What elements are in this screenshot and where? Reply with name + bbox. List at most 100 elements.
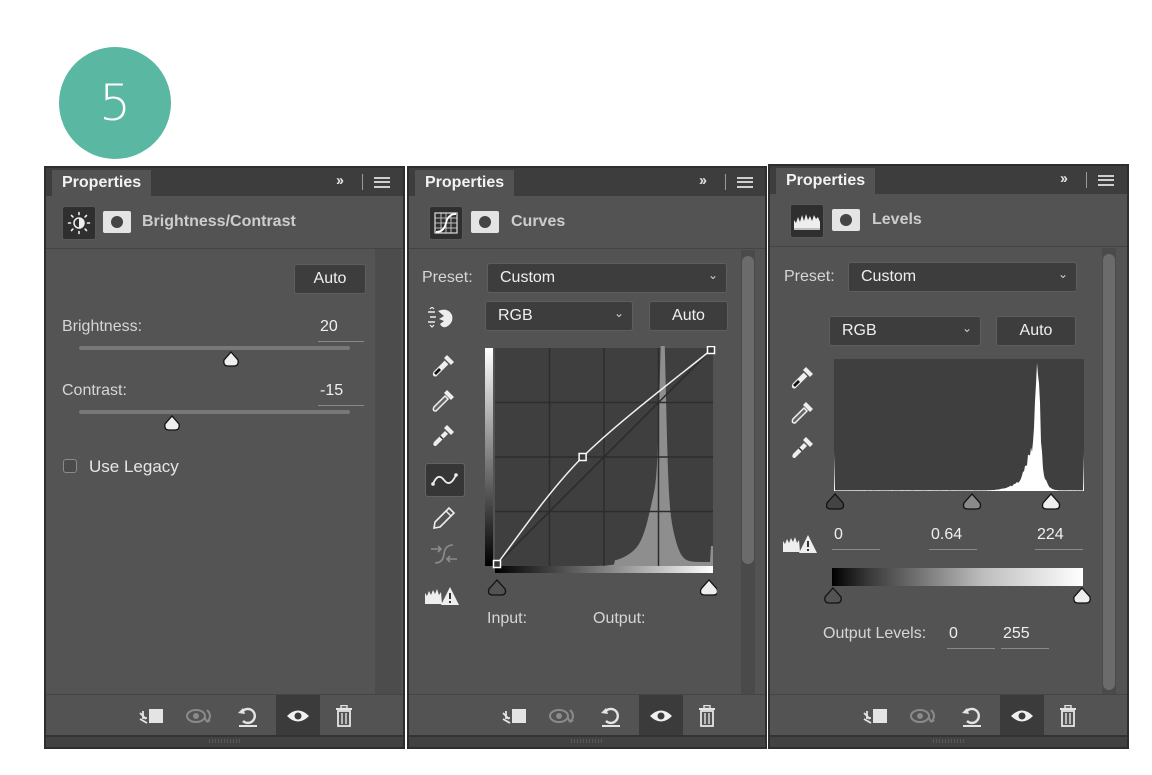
- step-number-badge: 5: [59, 47, 171, 159]
- toggle-visibility-button[interactable]: [1000, 695, 1044, 737]
- white-point-eyedropper[interactable]: [425, 420, 461, 452]
- tab-properties[interactable]: Properties: [52, 170, 152, 196]
- panel-scrollbar[interactable]: [1102, 248, 1116, 695]
- preset-select[interactable]: Custom ⌄: [848, 262, 1077, 292]
- input-black-slider[interactable]: [826, 493, 845, 510]
- input-gamma-slider[interactable]: [962, 493, 982, 510]
- clip-to-layer-button[interactable]: [130, 695, 174, 737]
- channel-select[interactable]: RGB ⌄: [829, 316, 981, 346]
- scrollbar-thumb[interactable]: [742, 256, 754, 564]
- auto-button[interactable]: Auto: [294, 264, 366, 294]
- layer-mask-icon[interactable]: [103, 211, 131, 233]
- collapse-panel-icon[interactable]: ››: [699, 172, 707, 189]
- trash-icon: [699, 705, 715, 727]
- output-white-field[interactable]: 255: [1001, 625, 1049, 649]
- pencil-tool[interactable]: [426, 502, 462, 534]
- panel-tabbar: Properties ››: [46, 168, 403, 196]
- panel-right-gutter: [375, 249, 401, 695]
- brightness-value-field[interactable]: 20: [318, 318, 364, 342]
- eyedropper-gray-icon: [432, 390, 454, 412]
- delete-button[interactable]: [685, 695, 729, 737]
- clipping-warning-toggle[interactable]: [424, 580, 460, 612]
- edit-points-tool[interactable]: [425, 463, 465, 497]
- levels-histogram[interactable]: [826, 358, 1090, 518]
- layer-mask-icon[interactable]: [471, 211, 499, 233]
- black-point-eyedropper[interactable]: [784, 362, 820, 394]
- panel-scrollbar[interactable]: [741, 250, 755, 695]
- panel-menu-icon[interactable]: [737, 177, 753, 188]
- input-white-slider[interactable]: [1041, 493, 1061, 510]
- auto-button[interactable]: Auto: [996, 316, 1076, 346]
- reset-button[interactable]: [950, 695, 994, 737]
- output-white-slider[interactable]: [1072, 587, 1092, 605]
- toggle-visibility-button[interactable]: [276, 695, 320, 737]
- black-point-eyedropper[interactable]: [425, 350, 461, 382]
- curve-control-point[interactable]: [578, 452, 587, 462]
- levels-icon[interactable]: [790, 204, 824, 238]
- reset-button[interactable]: [226, 695, 270, 737]
- trash-icon: [336, 705, 352, 727]
- adjustment-header: Curves: [409, 196, 765, 249]
- input-gamma-field[interactable]: 0.64: [929, 526, 977, 550]
- preset-select[interactable]: Custom ⌄: [487, 263, 727, 293]
- eyedropper-white-icon: [792, 437, 813, 458]
- tab-properties[interactable]: Properties: [415, 170, 515, 196]
- collapse-panel-icon[interactable]: ››: [1060, 170, 1068, 187]
- gray-point-eyedropper[interactable]: [784, 397, 820, 429]
- chevron-down-icon: ⌄: [1057, 267, 1068, 281]
- contrast-value-field[interactable]: -15: [318, 382, 364, 406]
- toggle-visibility-button[interactable]: [639, 695, 683, 737]
- auto-button[interactable]: Auto: [649, 301, 728, 331]
- smooth-curve-tool[interactable]: [426, 538, 462, 570]
- clip-to-layer-icon: [139, 709, 163, 724]
- delete-button[interactable]: [1046, 695, 1090, 737]
- gray-point-eyedropper[interactable]: [425, 385, 461, 417]
- brightness-slider-thumb[interactable]: [222, 351, 240, 367]
- reset-button[interactable]: [589, 695, 633, 737]
- clipping-warning-toggle[interactable]: [782, 528, 818, 560]
- chevron-down-icon: ⌄: [961, 321, 972, 335]
- targeted-adjustment-tool[interactable]: [423, 302, 459, 334]
- input-black-slider[interactable]: [487, 579, 507, 596]
- view-previous-state-button[interactable]: [902, 695, 946, 737]
- curve-control-point[interactable]: [492, 559, 502, 569]
- panel-resize-grip[interactable]: [409, 735, 765, 747]
- chevron-down-icon: ⌄: [707, 268, 718, 282]
- input-white-slider[interactable]: [699, 579, 718, 596]
- scrollbar-thumb[interactable]: [1103, 254, 1115, 690]
- eye-previous-icon: [549, 709, 574, 723]
- eye-icon: [1011, 710, 1033, 722]
- adjustment-title: Brightness/Contrast: [142, 213, 296, 230]
- panel-menu-icon[interactable]: [1098, 175, 1114, 186]
- view-previous-state-button[interactable]: [178, 695, 222, 737]
- brightness-label: Brightness:: [62, 318, 143, 335]
- panel-resize-grip[interactable]: [770, 735, 1127, 747]
- brightness-slider-track[interactable]: [79, 346, 350, 350]
- panel-menu-icon[interactable]: [374, 177, 390, 188]
- curves-icon[interactable]: [429, 206, 463, 240]
- channel-select[interactable]: RGB ⌄: [485, 301, 633, 331]
- contrast-slider-track[interactable]: [79, 410, 350, 414]
- eye-icon: [287, 710, 309, 722]
- contrast-slider-thumb[interactable]: [163, 415, 181, 431]
- tab-properties[interactable]: Properties: [776, 168, 876, 194]
- clip-to-layer-button[interactable]: [493, 695, 537, 737]
- input-white-field[interactable]: 224: [1035, 526, 1083, 550]
- input-black-field[interactable]: 0: [832, 526, 880, 550]
- clip-to-layer-button[interactable]: [854, 695, 898, 737]
- output-black-field[interactable]: 0: [947, 625, 995, 649]
- brightness-contrast-icon[interactable]: [62, 206, 96, 240]
- output-black-slider[interactable]: [823, 587, 843, 605]
- use-legacy-checkbox[interactable]: [63, 459, 77, 473]
- layer-mask-icon[interactable]: [832, 209, 860, 231]
- view-previous-state-button[interactable]: [541, 695, 585, 737]
- delete-button[interactable]: [322, 695, 366, 737]
- panel-resize-grip[interactable]: [46, 735, 403, 747]
- panel-footer: [46, 694, 403, 737]
- panel-footer: [770, 694, 1127, 737]
- collapse-panel-icon[interactable]: ››: [336, 172, 344, 189]
- curve-points-icon: [431, 473, 458, 486]
- curves-graph[interactable]: [485, 346, 717, 596]
- white-point-eyedropper[interactable]: [784, 432, 820, 464]
- curve-control-point[interactable]: [706, 346, 716, 355]
